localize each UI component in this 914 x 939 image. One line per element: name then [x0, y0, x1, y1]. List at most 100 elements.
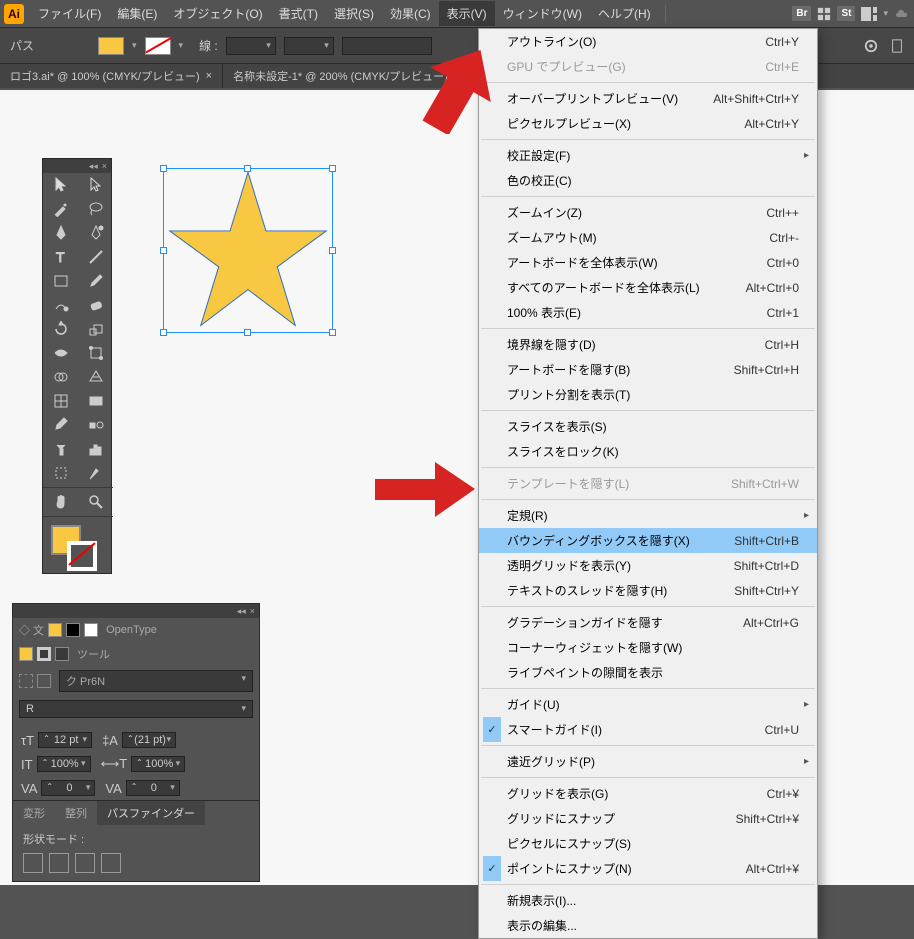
shape-builder-tool[interactable]: [43, 365, 78, 389]
lasso-tool[interactable]: [78, 197, 113, 221]
vscale-input[interactable]: ⌃100%▾: [37, 756, 91, 772]
menu-guides[interactable]: ガイド(U)▸: [479, 692, 817, 717]
menu-hide-text-threads[interactable]: テキストのスレッドを隠す(H)Shift+Ctrl+Y: [479, 578, 817, 603]
swatch-icon[interactable]: [55, 647, 69, 661]
free-transform-tool[interactable]: [78, 341, 113, 365]
menu-show-live-paint-gaps[interactable]: ライブペイントの隙間を表示: [479, 660, 817, 685]
settings-icon[interactable]: [864, 39, 878, 53]
menu-type[interactable]: 書式(T): [271, 1, 326, 26]
menu-select[interactable]: 選択(S): [326, 1, 382, 26]
exclude-icon[interactable]: [101, 853, 121, 873]
intersect-icon[interactable]: [75, 853, 95, 873]
perspective-tool[interactable]: [78, 365, 113, 389]
font-family[interactable]: ク Pr6N▾: [59, 670, 253, 692]
resize-handle[interactable]: [244, 165, 251, 172]
menu-zoom-out[interactable]: ズームアウト(M)Ctrl+-: [479, 225, 817, 250]
symbol-sprayer-tool[interactable]: [43, 437, 78, 461]
curvature-tool[interactable]: [78, 221, 113, 245]
fill-stroke-swatches[interactable]: [43, 519, 113, 573]
menu-proof-setup[interactable]: 校正設定(F)▸: [479, 143, 817, 168]
width-tool[interactable]: [43, 341, 78, 365]
gradient-tool[interactable]: [78, 389, 113, 413]
leading-input[interactable]: ⌃(21 pt)▾: [122, 732, 176, 748]
shaper-tool[interactable]: [43, 293, 78, 317]
stock-icon[interactable]: St: [837, 6, 855, 21]
slice-tool[interactable]: [78, 461, 113, 485]
menu-rulers[interactable]: 定規(R)▸: [479, 503, 817, 528]
bridge-icon[interactable]: Br: [792, 6, 811, 21]
resize-handle[interactable]: [329, 247, 336, 254]
menu-overprint-preview[interactable]: オーバープリントプレビュー(V)Alt+Shift+Ctrl+Y: [479, 86, 817, 111]
pen-tool[interactable]: [43, 221, 78, 245]
paintbrush-tool[interactable]: [78, 269, 113, 293]
eraser-tool[interactable]: [78, 293, 113, 317]
menu-window[interactable]: ウィンドウ(W): [495, 1, 590, 26]
chevron-down-icon[interactable]: ▾: [179, 40, 184, 51]
scale-tool[interactable]: [78, 317, 113, 341]
font-size-input[interactable]: ⌃12 pt▾: [38, 732, 92, 748]
menu-outline[interactable]: アウトライン(O)Ctrl+Y: [479, 29, 817, 54]
menu-hide-corner-widget[interactable]: コーナーウィジェットを隠す(W): [479, 635, 817, 660]
menu-effect[interactable]: 効果(C): [382, 1, 439, 26]
stroke-color[interactable]: [67, 541, 97, 571]
grid-icon[interactable]: [817, 7, 831, 21]
menu-edit[interactable]: 編集(E): [109, 1, 165, 26]
direct-selection-tool[interactable]: [78, 173, 113, 197]
stroke-swatch[interactable]: [145, 37, 171, 55]
hand-tool[interactable]: [43, 490, 78, 514]
resize-handle[interactable]: [329, 165, 336, 172]
mesh-tool[interactable]: [43, 389, 78, 413]
resize-handle[interactable]: [160, 165, 167, 172]
type-tool[interactable]: T: [43, 245, 78, 269]
mode-icon[interactable]: [37, 674, 51, 688]
close-icon[interactable]: ×: [250, 606, 255, 616]
menu-fit-all[interactable]: すべてのアートボードを全体表示(L)Alt+Ctrl+0: [479, 275, 817, 300]
resize-handle[interactable]: [244, 329, 251, 336]
stroke-profile[interactable]: ▾: [284, 37, 334, 55]
menu-smart-guides[interactable]: ✓スマートガイド(I)Ctrl+U: [479, 717, 817, 742]
stroke-weight[interactable]: ▾: [226, 37, 276, 55]
chevron-down-icon[interactable]: ▾: [132, 40, 137, 51]
menu-snap-to-point[interactable]: ✓ポイントにスナップ(N)Alt+Ctrl+¥: [479, 856, 817, 881]
tab-transform[interactable]: 変形: [13, 801, 55, 825]
menu-lock-slices[interactable]: スライスをロック(K): [479, 439, 817, 464]
menu-file[interactable]: ファイル(F): [30, 1, 109, 26]
resize-handle[interactable]: [160, 329, 167, 336]
menu-hide-artboards[interactable]: アートボードを隠す(B)Shift+Ctrl+H: [479, 357, 817, 382]
artboard-tool[interactable]: [43, 461, 78, 485]
collapse-icon[interactable]: ◂◂: [89, 161, 98, 172]
menu-perspective-grid[interactable]: 遠近グリッド(P)▸: [479, 749, 817, 774]
resize-handle[interactable]: [160, 247, 167, 254]
blend-tool[interactable]: [78, 413, 113, 437]
fill-swatch[interactable]: [98, 37, 124, 55]
line-tool[interactable]: [78, 245, 113, 269]
workspace-icon[interactable]: [861, 7, 877, 21]
bounding-box[interactable]: [163, 168, 333, 333]
column-graph-tool[interactable]: [78, 437, 113, 461]
menu-actual-size[interactable]: 100% 表示(E)Ctrl+1: [479, 300, 817, 325]
panel-header[interactable]: ◂◂×: [13, 604, 259, 618]
hscale-input[interactable]: ⌃100%▾: [131, 756, 185, 772]
menu-object[interactable]: オブジェクト(O): [165, 1, 270, 26]
kerning-input[interactable]: ⌃0▾: [41, 780, 95, 796]
swatch-icon[interactable]: [66, 623, 80, 637]
menu-hide-gradient-annotator[interactable]: グラデーションガイドを隠すAlt+Ctrl+G: [479, 610, 817, 635]
rotate-tool[interactable]: [43, 317, 78, 341]
resize-handle[interactable]: [329, 329, 336, 336]
swatch-icon[interactable]: [37, 647, 51, 661]
menu-edit-views[interactable]: 表示の編集...: [479, 913, 817, 938]
menu-new-view[interactable]: 新規表示(I)...: [479, 888, 817, 913]
swatch-icon[interactable]: [19, 647, 33, 661]
mode-icon[interactable]: [19, 674, 33, 688]
tab-align[interactable]: 整列: [55, 801, 97, 825]
close-icon[interactable]: ×: [206, 70, 212, 82]
tracking-input[interactable]: ⌃0▾: [126, 780, 180, 796]
menu-fit-artboard[interactable]: アートボードを全体表示(W)Ctrl+0: [479, 250, 817, 275]
menu-show-print-tiling[interactable]: プリント分割を表示(T): [479, 382, 817, 407]
minus-front-icon[interactable]: [49, 853, 69, 873]
doc-icon[interactable]: [890, 39, 904, 53]
swatch-icon[interactable]: [84, 623, 98, 637]
menu-show-transparency-grid[interactable]: 透明グリッドを表示(Y)Shift+Ctrl+D: [479, 553, 817, 578]
menu-show-slices[interactable]: スライスを表示(S): [479, 414, 817, 439]
unite-icon[interactable]: [23, 853, 43, 873]
